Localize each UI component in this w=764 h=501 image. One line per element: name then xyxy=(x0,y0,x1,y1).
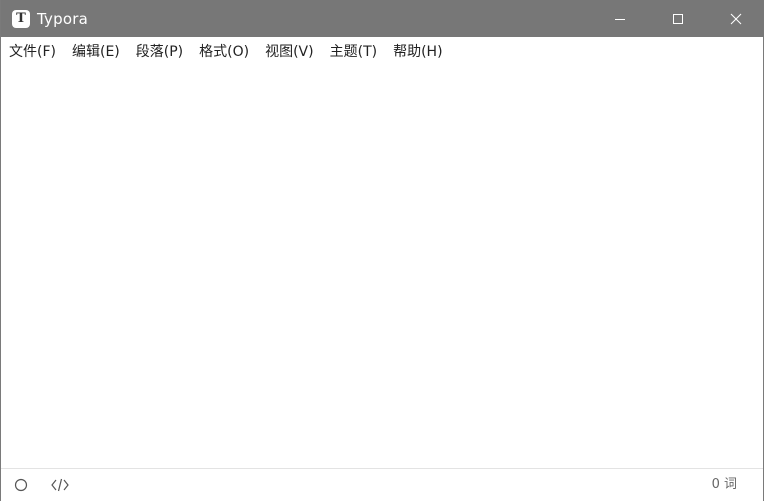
maximize-icon xyxy=(673,13,683,24)
title-bar[interactable]: T Typora xyxy=(1,0,764,37)
menu-view[interactable]: 视图(V) xyxy=(265,41,314,61)
window-controls xyxy=(591,0,764,37)
menu-file[interactable]: 文件(F) xyxy=(9,41,56,61)
editor-area[interactable] xyxy=(1,65,763,468)
close-icon xyxy=(730,13,742,24)
code-brackets-icon xyxy=(51,478,69,492)
source-mode-button[interactable] xyxy=(48,469,72,501)
maximize-button[interactable] xyxy=(649,0,707,37)
menu-format[interactable]: 格式(O) xyxy=(199,41,249,61)
word-count[interactable]: 0 词 xyxy=(712,469,737,501)
menu-help[interactable]: 帮助(H) xyxy=(393,41,442,61)
status-bar: 0 词 xyxy=(1,468,763,501)
menu-bar: 文件(F) 编辑(E) 段落(P) 格式(O) 视图(V) 主题(T) 帮助(H… xyxy=(1,37,764,65)
minimize-icon xyxy=(615,18,625,20)
menu-paragraph[interactable]: 段落(P) xyxy=(136,41,183,61)
menu-edit[interactable]: 编辑(E) xyxy=(72,41,120,61)
close-button[interactable] xyxy=(707,0,764,37)
outline-toggle-button[interactable] xyxy=(12,469,30,501)
window-title: Typora xyxy=(37,9,88,28)
menu-theme[interactable]: 主题(T) xyxy=(330,41,377,61)
circle-icon xyxy=(14,478,28,492)
minimize-button[interactable] xyxy=(591,0,649,37)
app-window: T Typora 文件(F) 编辑(E) 段落(P) 格式(O) 视图(V) 主… xyxy=(0,0,764,501)
app-icon-letter: T xyxy=(16,11,26,26)
typora-app-icon: T xyxy=(12,9,30,28)
